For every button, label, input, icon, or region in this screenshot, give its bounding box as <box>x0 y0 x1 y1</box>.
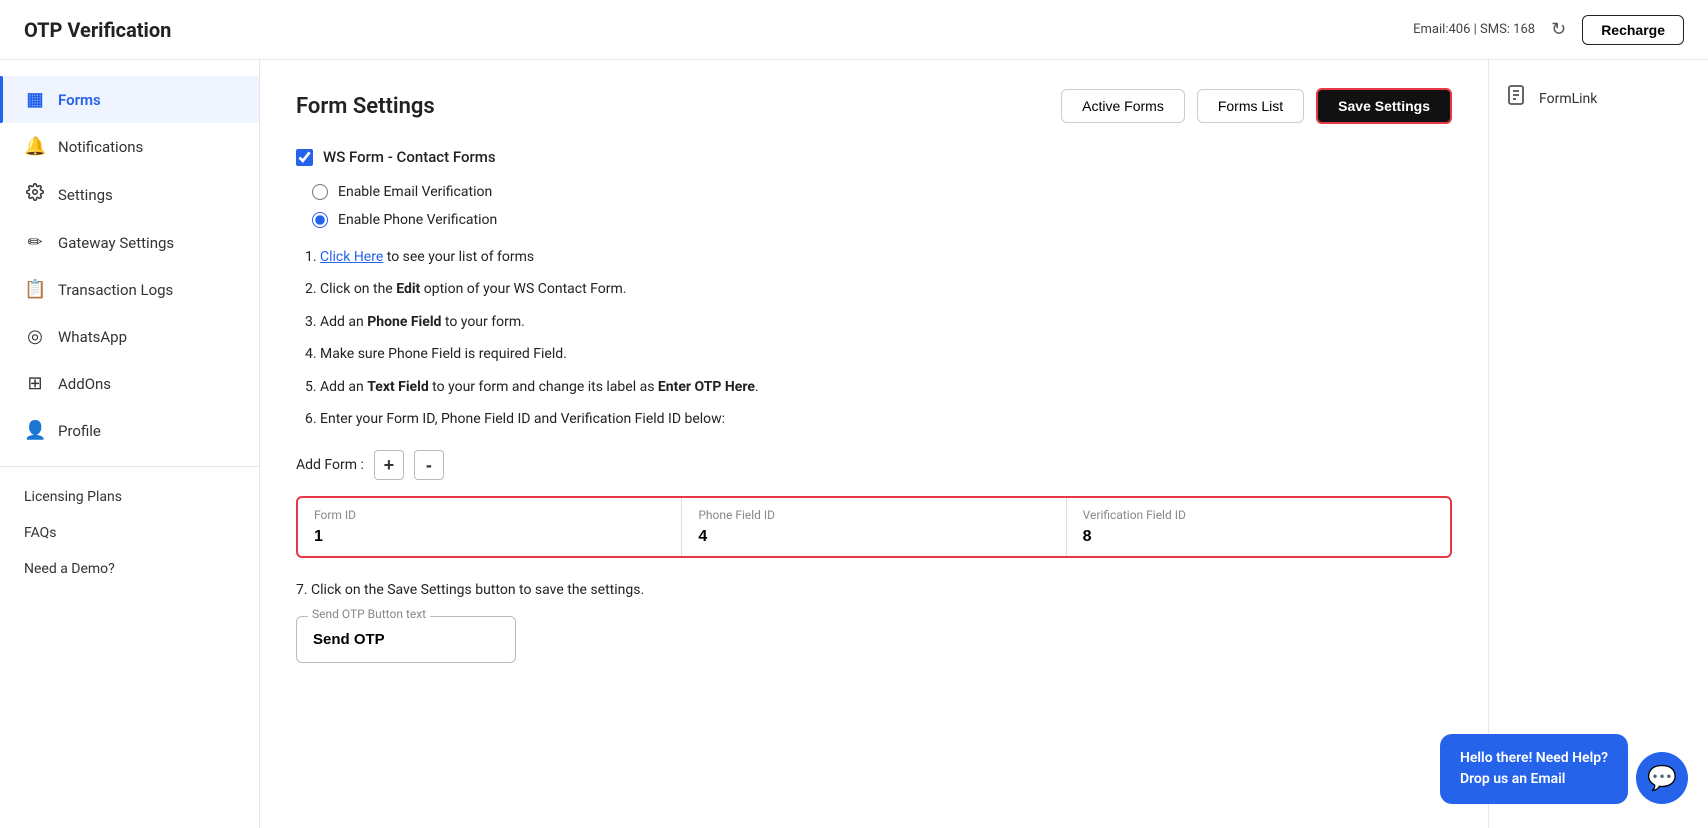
save-settings-button[interactable]: Save Settings <box>1316 88 1452 124</box>
settings-icon <box>24 183 46 206</box>
sidebar-divider <box>0 466 259 467</box>
gateway-icon: ✏ <box>24 232 46 253</box>
sidebar-licensing-plans[interactable]: Licensing Plans <box>0 479 259 515</box>
add-form-row: Add Form : + - <box>296 450 1452 480</box>
send-otp-label: Send OTP Button text <box>308 607 430 621</box>
field-table-row: Form ID Phone Field ID Ver <box>298 498 1450 556</box>
instruction-1: Click Here to see your list of forms <box>320 246 1452 268</box>
profile-icon: 👤 <box>24 420 46 441</box>
addons-icon: ⊞ <box>24 373 46 394</box>
phone-field-id-value <box>698 526 1049 546</box>
sidebar: ▦ Forms 🔔 Notifications Settings ✏ Gatew… <box>0 60 260 828</box>
sidebar-item-forms[interactable]: ▦ Forms <box>0 76 259 123</box>
instruction-5: Add an Text Field to your form and chang… <box>320 376 1452 398</box>
forms-list-button[interactable]: Forms List <box>1197 89 1304 123</box>
sidebar-item-notifications[interactable]: 🔔 Notifications <box>0 123 259 170</box>
sidebar-label-forms: Forms <box>58 91 101 109</box>
ws-form-label: WS Form - Contact Forms <box>323 148 496 166</box>
page-title: Form Settings <box>296 94 435 119</box>
sidebar-item-whatsapp[interactable]: ◎ WhatsApp <box>0 313 259 360</box>
verification-field-id-value <box>1083 526 1434 546</box>
add-form-minus-button[interactable]: - <box>414 450 444 480</box>
sidebar-faqs[interactable]: FAQs <box>0 515 259 551</box>
page-header: Form Settings Active Forms Forms List Sa… <box>296 88 1452 124</box>
app-title: OTP Verification <box>24 18 171 42</box>
form-id-label: Form ID <box>314 508 665 522</box>
form-id-value <box>314 526 665 546</box>
instruction-4: Make sure Phone Field is required Field. <box>320 343 1452 365</box>
credits-display: Email:406 | SMS: 168 <box>1413 22 1535 37</box>
enable-phone-label: Enable Phone Verification <box>338 212 497 228</box>
sidebar-label-addons: AddOns <box>58 375 111 393</box>
step7-text: 7. Click on the Save Settings button to … <box>296 582 1452 598</box>
main-content: Form Settings Active Forms Forms List Sa… <box>260 60 1488 828</box>
refresh-button[interactable]: ↻ <box>1551 19 1566 40</box>
help-widget: Hello there! Need Help? Drop us an Email <box>1440 734 1628 804</box>
sidebar-item-addons[interactable]: ⊞ AddOns <box>0 360 259 407</box>
form-link-icon <box>1505 84 1529 114</box>
phone-field-id-label: Phone Field ID <box>698 508 1049 522</box>
enable-email-label: Enable Email Verification <box>338 184 492 200</box>
sidebar-item-profile[interactable]: 👤 Profile <box>0 407 259 454</box>
enable-email-radio[interactable] <box>312 184 328 200</box>
forms-icon: ▦ <box>24 89 46 110</box>
enable-email-radio-row: Enable Email Verification <box>312 184 1452 200</box>
chat-button[interactable]: 💬 <box>1636 752 1688 804</box>
sidebar-need-demo[interactable]: Need a Demo? <box>0 551 259 587</box>
enable-phone-radio-row: Enable Phone Verification <box>312 212 1452 228</box>
sidebar-label-profile: Profile <box>58 422 101 440</box>
add-form-label: Add Form : <box>296 457 364 473</box>
sidebar-label-whatsapp: WhatsApp <box>58 328 127 346</box>
whatsapp-icon: ◎ <box>24 326 46 347</box>
header-right: Email:406 | SMS: 168 ↻ Recharge <box>1413 15 1684 45</box>
sidebar-label-transaction: Transaction Logs <box>58 281 173 299</box>
sidebar-item-settings[interactable]: Settings <box>0 170 259 219</box>
add-form-plus-button[interactable]: + <box>374 450 404 480</box>
sidebar-label-settings: Settings <box>58 186 113 204</box>
verification-field-id-label: Verification Field ID <box>1083 508 1434 522</box>
notifications-icon: 🔔 <box>24 136 46 157</box>
instruction-6: Enter your Form ID, Phone Field ID and V… <box>320 408 1452 430</box>
instruction-3: Add an Phone Field to your form. <box>320 311 1452 333</box>
phone-field-id-input[interactable] <box>698 528 1049 546</box>
instruction-2: Click on the Edit option of your WS Cont… <box>320 278 1452 300</box>
page-actions: Active Forms Forms List Save Settings <box>1061 88 1452 124</box>
chat-icon: 💬 <box>1647 764 1677 793</box>
right-panel: FormLink <box>1488 60 1708 828</box>
enable-phone-radio[interactable] <box>312 212 328 228</box>
sidebar-item-gateway-settings[interactable]: ✏ Gateway Settings <box>0 219 259 266</box>
form-id-cell: Form ID <box>298 498 682 556</box>
ws-form-checkbox[interactable] <box>296 149 313 166</box>
send-otp-input[interactable] <box>296 616 516 663</box>
phone-field-id-cell: Phone Field ID <box>682 498 1066 556</box>
form-link-item[interactable]: FormLink <box>1505 84 1692 114</box>
help-line2: Drop us an Email <box>1460 769 1608 790</box>
recharge-button[interactable]: Recharge <box>1582 15 1684 45</box>
transaction-logs-icon: 📋 <box>24 279 46 300</box>
verification-field-id-cell: Verification Field ID <box>1067 498 1450 556</box>
app-header: OTP Verification Email:406 | SMS: 168 ↻ … <box>0 0 1708 60</box>
form-card: WS Form - Contact Forms Enable Email Ver… <box>296 148 1452 663</box>
active-forms-button[interactable]: Active Forms <box>1061 89 1185 123</box>
main-layout: ▦ Forms 🔔 Notifications Settings ✏ Gatew… <box>0 60 1708 828</box>
sidebar-item-transaction-logs[interactable]: 📋 Transaction Logs <box>0 266 259 313</box>
help-line1: Hello there! Need Help? <box>1460 748 1608 769</box>
click-here-link[interactable]: Click Here <box>320 249 383 265</box>
sidebar-label-notifications: Notifications <box>58 138 143 156</box>
send-otp-field-wrap: Send OTP Button text <box>296 616 1452 663</box>
verification-field-id-input[interactable] <box>1083 528 1434 546</box>
sidebar-label-gateway: Gateway Settings <box>58 234 174 252</box>
ws-form-checkbox-row: WS Form - Contact Forms <box>296 148 1452 166</box>
instructions-list: Click Here to see your list of forms Cli… <box>296 246 1452 430</box>
form-link-label: FormLink <box>1539 91 1597 107</box>
field-table: Form ID Phone Field ID Ver <box>296 496 1452 558</box>
form-id-input[interactable] <box>314 528 665 546</box>
